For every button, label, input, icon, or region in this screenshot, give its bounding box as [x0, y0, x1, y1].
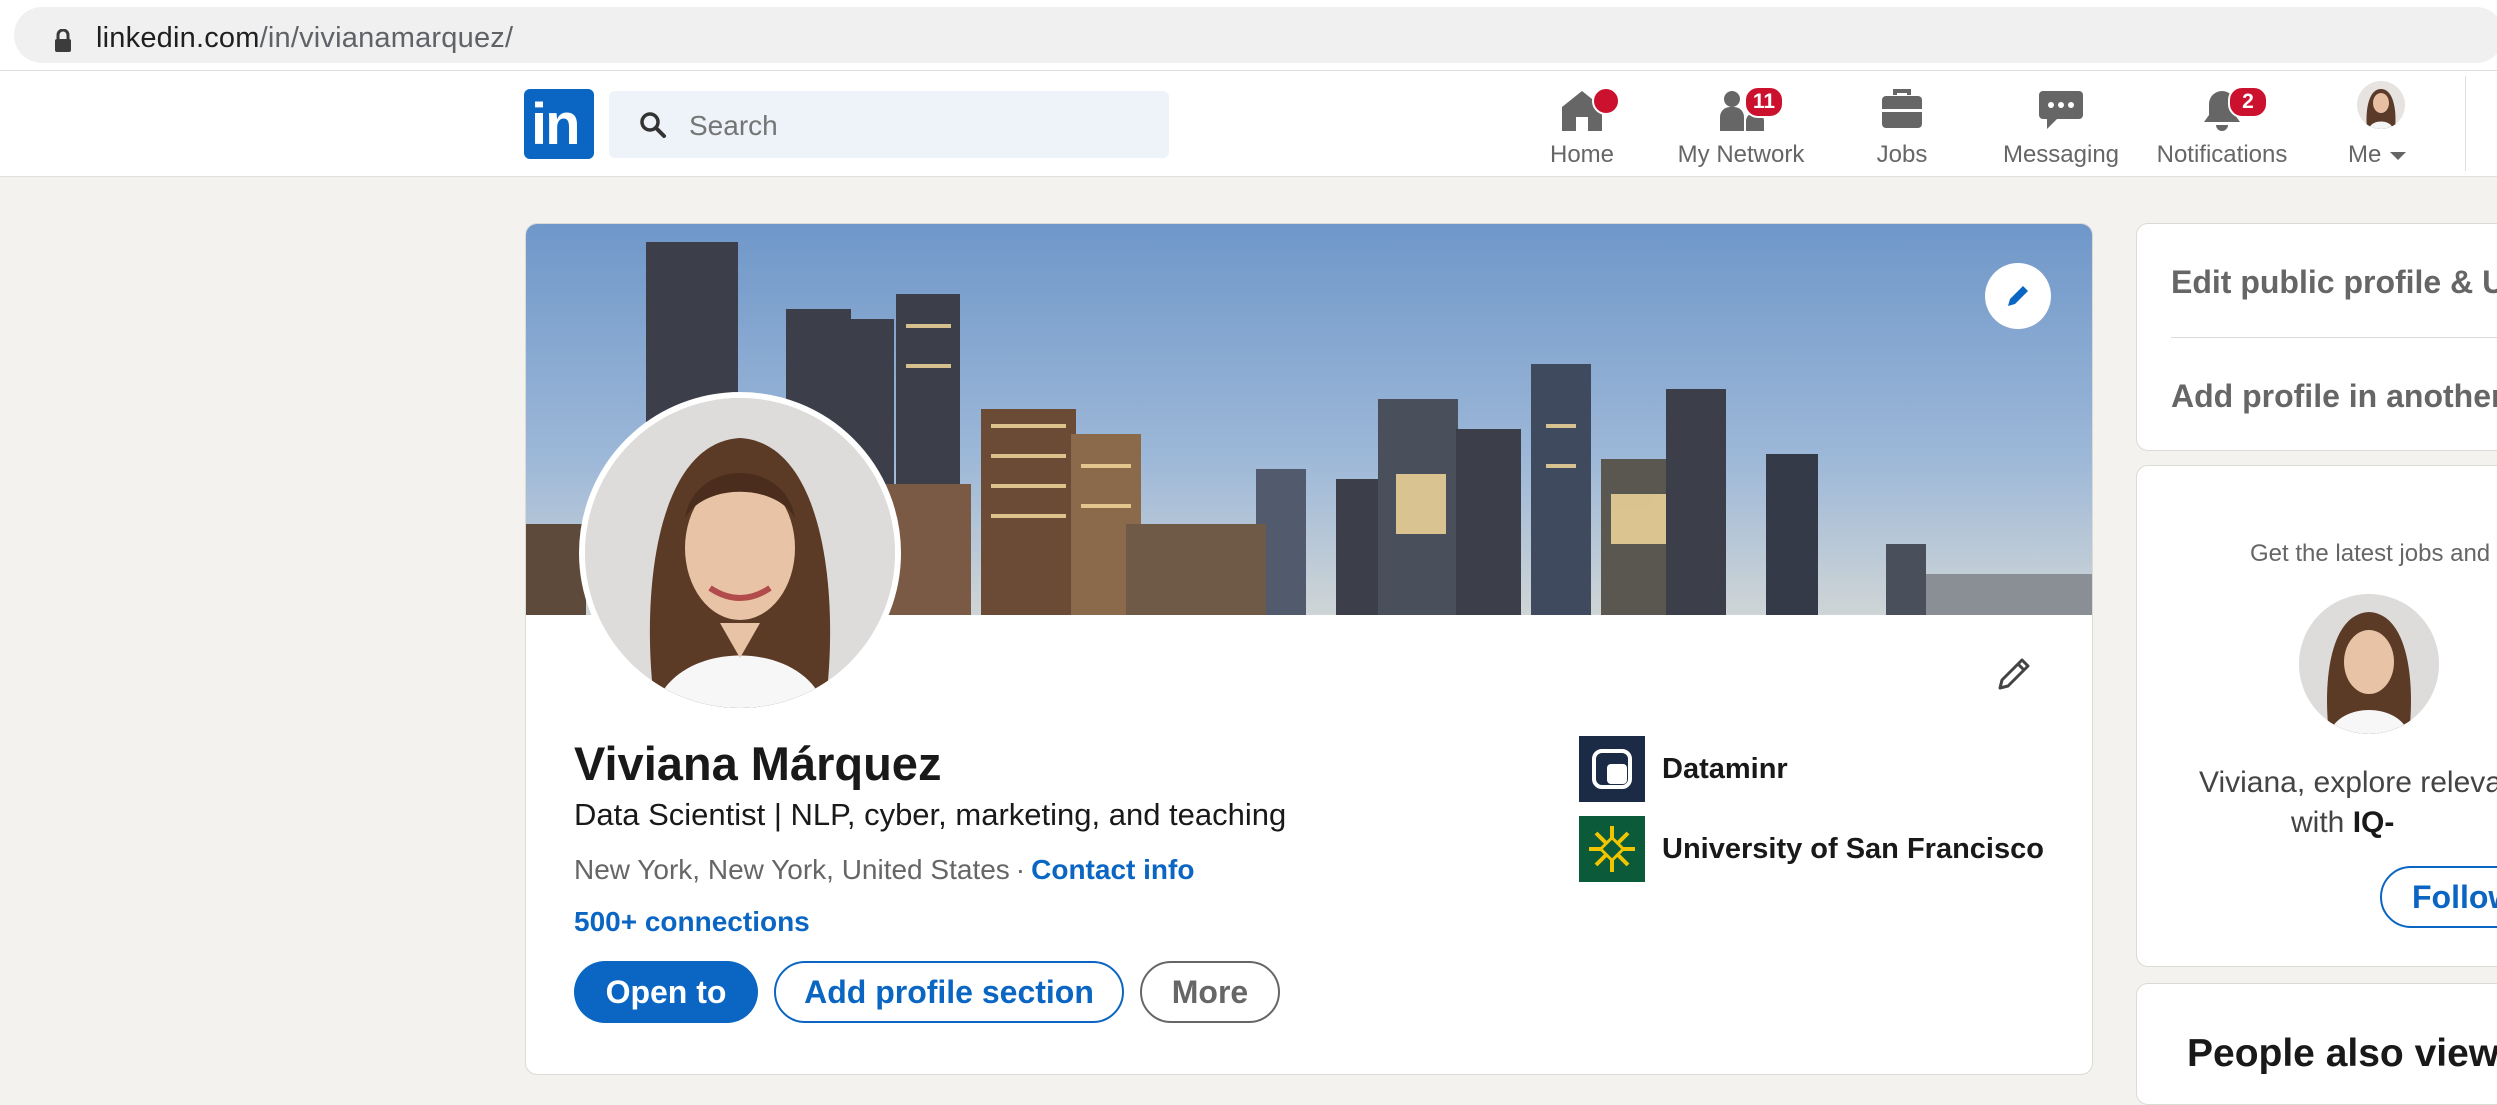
nav-divider	[2465, 76, 2466, 171]
me-text: Me	[2348, 141, 2382, 168]
profile-location: New York, New York, United States	[574, 854, 1010, 885]
pencil-icon	[2008, 286, 2028, 306]
contact-info-link[interactable]: Contact info	[1031, 854, 1194, 885]
profile-photo[interactable]	[579, 392, 901, 714]
add-profile-section-button[interactable]: Add profile section	[774, 961, 1124, 1023]
school-usf[interactable]: University of San Francisco	[1579, 816, 2044, 882]
linkedin-logo[interactable]: in	[524, 89, 594, 159]
url-field[interactable]: linkedin.com/in/vivianamarquez/	[14, 7, 2497, 63]
school-name: University of San Francisco	[1662, 832, 2044, 865]
profile-settings-card: Edit public profile & U Add profile in a…	[2136, 223, 2497, 451]
people-also-viewed-title: People also viewe	[2187, 1032, 2497, 1075]
ad-tagline: Get the latest jobs and	[2250, 540, 2491, 567]
ad-company-name: IQ-	[2352, 806, 2395, 839]
nav-notifications[interactable]: 2 Notifications	[2146, 79, 2298, 171]
nav-my-network-label: My Network	[1677, 141, 1805, 168]
ad-profile-photo	[2299, 594, 2439, 734]
nav-messaging-label: Messaging	[2002, 141, 2120, 168]
search-icon	[640, 112, 666, 138]
edit-public-profile-link[interactable]: Edit public profile & U	[2171, 264, 2497, 301]
add-profile-language-link[interactable]: Add profile in another	[2171, 378, 2497, 415]
lock-icon	[55, 29, 71, 52]
ad-line-2: with IQ-	[2291, 806, 2394, 840]
more-button[interactable]: More	[1140, 961, 1280, 1023]
home-notification-dot	[1592, 87, 1620, 115]
top-navigation: in Home 11 My Network Jobs	[0, 71, 2497, 177]
profile-name: Viviana Márquez	[574, 737, 942, 790]
nav-home-label: Home	[1549, 141, 1615, 168]
dataminr-logo	[1579, 736, 1645, 802]
notifications-badge: 2	[2228, 86, 2268, 118]
ad-line-1: Viviana, explore releva	[2199, 766, 2497, 799]
me-avatar[interactable]	[2357, 81, 2405, 129]
caret-down-icon	[2390, 151, 2407, 160]
search-input[interactable]	[687, 91, 1151, 160]
network-badge: 11	[1744, 86, 1784, 118]
url-text: linkedin.com/in/vivianamarquez/	[96, 22, 513, 55]
browser-address-bar: linkedin.com/in/vivianamarquez/	[0, 0, 2497, 71]
ad-line-2-prefix: with	[2291, 806, 2353, 839]
logo-text: in	[531, 92, 581, 157]
edit-intro-pencil-icon[interactable]	[1994, 654, 2034, 694]
rail-divider	[2171, 337, 2497, 338]
url-domain: linkedin.com	[96, 22, 260, 54]
nav-my-network[interactable]: 11 My Network	[1666, 79, 1816, 171]
follow-button[interactable]: Follow	[2380, 866, 2497, 928]
nav-home[interactable]: Home	[1530, 79, 1634, 171]
people-also-viewed-card: People also viewe	[2136, 983, 2497, 1105]
promo-ad-card: Get the latest jobs and Viviana, explore…	[2136, 465, 2497, 967]
connections-link[interactable]: 500+ connections	[574, 906, 810, 938]
url-path: /in/vivianamarquez/	[259, 22, 514, 54]
company-name: Dataminr	[1662, 752, 1788, 785]
profile-card: Viviana Márquez Data Scientist | NLP, cy…	[525, 223, 2093, 1075]
chat-icon	[2039, 91, 2083, 129]
search-box[interactable]	[609, 91, 1169, 160]
profile-headline: Data Scientist | NLP, cyber, marketing, …	[574, 797, 1287, 832]
nav-messaging[interactable]: Messaging	[1996, 79, 2126, 171]
nav-notifications-label: Notifications	[2156, 141, 2288, 168]
nav-jobs-label: Jobs	[1876, 141, 1928, 168]
edit-banner-button[interactable]	[1985, 263, 2051, 329]
nav-me-label: Me	[2348, 141, 2430, 169]
nav-jobs[interactable]: Jobs	[1850, 79, 1954, 171]
profile-location-line: New York, New York, United States · Contac…	[574, 854, 1194, 886]
briefcase-icon	[1882, 89, 1922, 128]
open-to-button[interactable]: Open to	[574, 961, 758, 1023]
location-separator: ·	[1015, 854, 1026, 885]
company-dataminr[interactable]: Dataminr	[1579, 736, 1788, 802]
usf-logo	[1579, 816, 1645, 882]
